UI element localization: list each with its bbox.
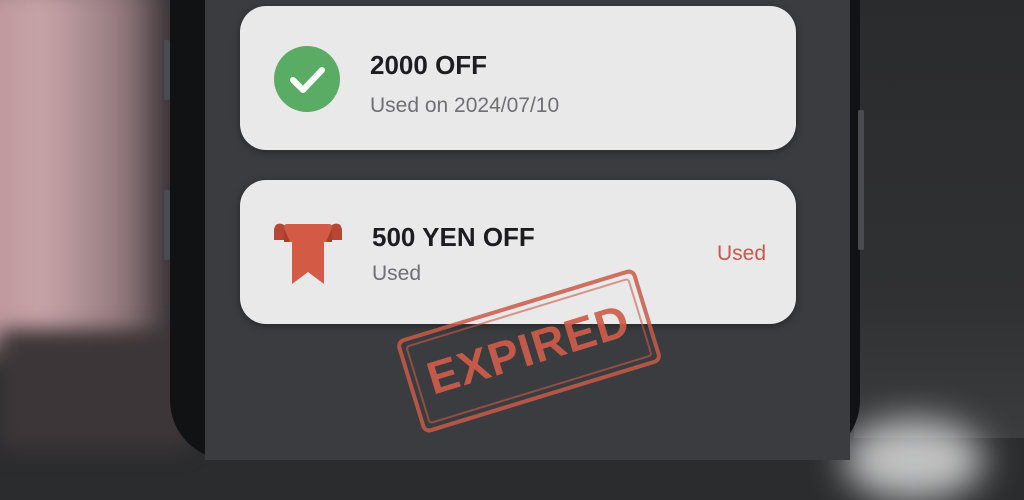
coupon-title: 500 YEN OFF (372, 222, 535, 252)
coupon-status-text: Used (372, 262, 422, 285)
background-blur-left (0, 0, 170, 350)
background-glow (844, 420, 984, 500)
phone-side-button (858, 110, 864, 250)
phone-side-button (164, 40, 170, 100)
coupon-used-date: Used on 2024/07/10 (370, 94, 560, 117)
background-right (854, 0, 1024, 438)
background-blur-left-bottom (0, 330, 190, 450)
phone-side-button (164, 190, 170, 260)
ribbon-icon (274, 223, 342, 284)
coupon-title: 2000 OFF (370, 50, 488, 80)
checkmark-circle-icon (274, 46, 340, 112)
coupon-card[interactable]: 2000 OFF Used on 2024/07/10 (240, 6, 796, 150)
status-badge: Used (716, 242, 766, 265)
